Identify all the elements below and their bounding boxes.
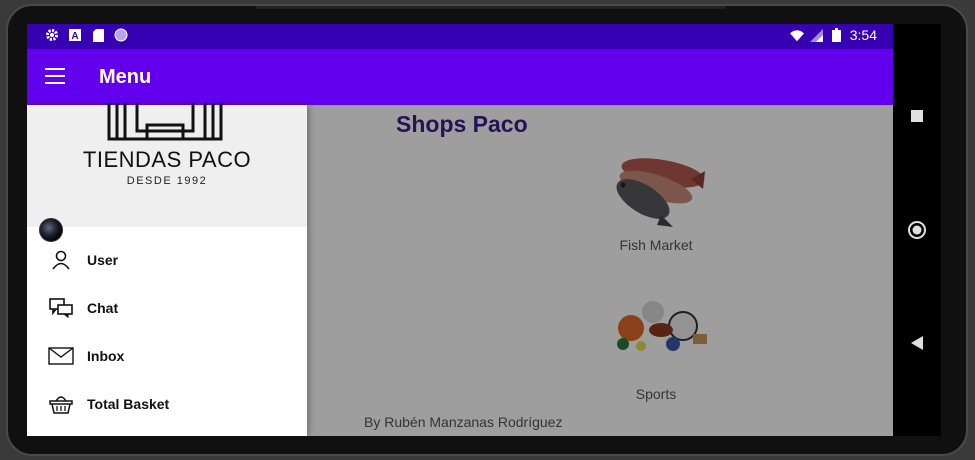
back-icon[interactable] [907,333,927,353]
app-bar-title: Menu [99,66,152,88]
recents-icon[interactable] [907,106,927,126]
status-time: 3:54 [849,27,877,43]
drawer-item-chat[interactable]: Chat [27,284,307,332]
svg-text:A: A [71,31,78,41]
brand-name: TIENDAS PACO [82,147,252,172]
wifi-icon [789,28,804,42]
settings-icon [45,28,59,42]
device-top-edge [256,6,726,9]
user-icon [48,249,74,271]
drawer-item-inbox[interactable]: Inbox [27,332,307,380]
screen: A 3:54 Menu Shops Paco Fish Market Sport… [27,24,893,436]
battery-icon [830,28,844,42]
drawer-item-total-basket[interactable]: Total Basket [27,380,307,428]
drawer-menu: User Chat Inbox Total Basket [27,236,307,428]
drawer-item-label: Chat [87,300,119,316]
chat-icon [48,297,74,319]
drawer-item-label: User [87,252,119,268]
basket-icon [48,393,74,415]
system-nav-bar [893,24,941,436]
drawer-item-user[interactable]: User [27,236,307,284]
a-icon: A [68,28,82,42]
hamburger-icon[interactable] [45,68,65,84]
drawer-item-label: Inbox [87,348,125,364]
home-icon[interactable] [907,220,927,240]
app-bar: Menu [27,49,893,105]
inbox-icon [48,345,74,367]
drawer-item-label: Total Basket [87,396,170,412]
circle-icon [114,28,128,42]
shop-logo-icon [107,103,223,141]
drawer-header: TIENDAS PACO DESDE 1992 [27,103,307,227]
signal-icon [810,28,824,42]
sd-card-icon [91,28,105,42]
brand-since: DESDE 1992 [126,175,208,187]
navigation-drawer: TIENDAS PACO DESDE 1992 User Chat Inbox … [27,103,307,436]
status-bar: A 3:54 [27,24,893,49]
